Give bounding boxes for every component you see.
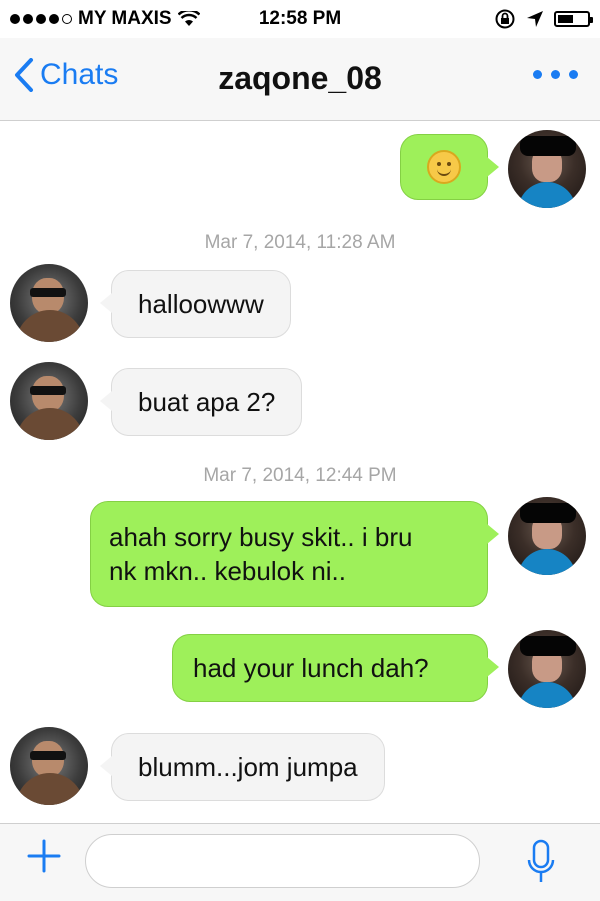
microphone-icon (527, 839, 555, 882)
message-text: halloowww (138, 289, 264, 319)
navigation-bar: Chats zaqone_08 (0, 38, 600, 121)
outgoing-message-bubble[interactable]: had your lunch dah? (172, 634, 499, 702)
microphone-button[interactable] (526, 838, 556, 886)
status-bar: MY MAXIS 12:58 PM (0, 0, 600, 38)
chat-title: zaqone_08 (218, 60, 382, 96)
status-time: 12:58 PM (258, 8, 342, 29)
contact-avatar[interactable] (10, 264, 88, 342)
message-text: buat apa 2? (138, 387, 276, 417)
more-dot-icon (569, 70, 578, 79)
contact-avatar[interactable] (10, 362, 88, 440)
add-attachment-button[interactable] (26, 838, 62, 874)
message-text-line: nk mkn.. kebulok ni.. (109, 556, 346, 586)
outgoing-message-bubble[interactable] (400, 134, 499, 200)
plus-icon (27, 839, 61, 873)
message-list[interactable]: Mar 7, 2014, 11:28 AM halloowww buat apa… (0, 120, 600, 823)
incoming-message-bubble[interactable]: halloowww (100, 270, 291, 338)
message-text: had your lunch dah? (193, 653, 429, 683)
smiley-emoji-icon (427, 150, 461, 184)
my-avatar[interactable] (508, 497, 586, 575)
message-text-line: ahah sorry busy skit.. i bru (109, 522, 413, 552)
message-timestamp: Mar 7, 2014, 11:28 AM (204, 232, 396, 253)
message-timestamp: Mar 7, 2014, 12:44 PM (203, 465, 397, 486)
outgoing-message-bubble[interactable]: ahah sorry busy skit.. i bru nk mkn.. ke… (90, 501, 499, 607)
battery-icon (554, 11, 593, 27)
message-text: blumm...jom jumpa (138, 752, 358, 782)
message-input[interactable] (85, 834, 480, 888)
my-avatar[interactable] (508, 630, 586, 708)
more-dot-icon (551, 70, 560, 79)
message-input-bar (0, 823, 600, 901)
more-dot-icon (533, 70, 542, 79)
incoming-message-bubble[interactable]: buat apa 2? (99, 368, 303, 436)
more-options-button[interactable] (533, 70, 578, 79)
incoming-message-bubble[interactable]: blumm...jom jumpa (100, 733, 385, 801)
my-avatar[interactable] (508, 130, 586, 208)
contact-avatar[interactable] (10, 727, 88, 805)
